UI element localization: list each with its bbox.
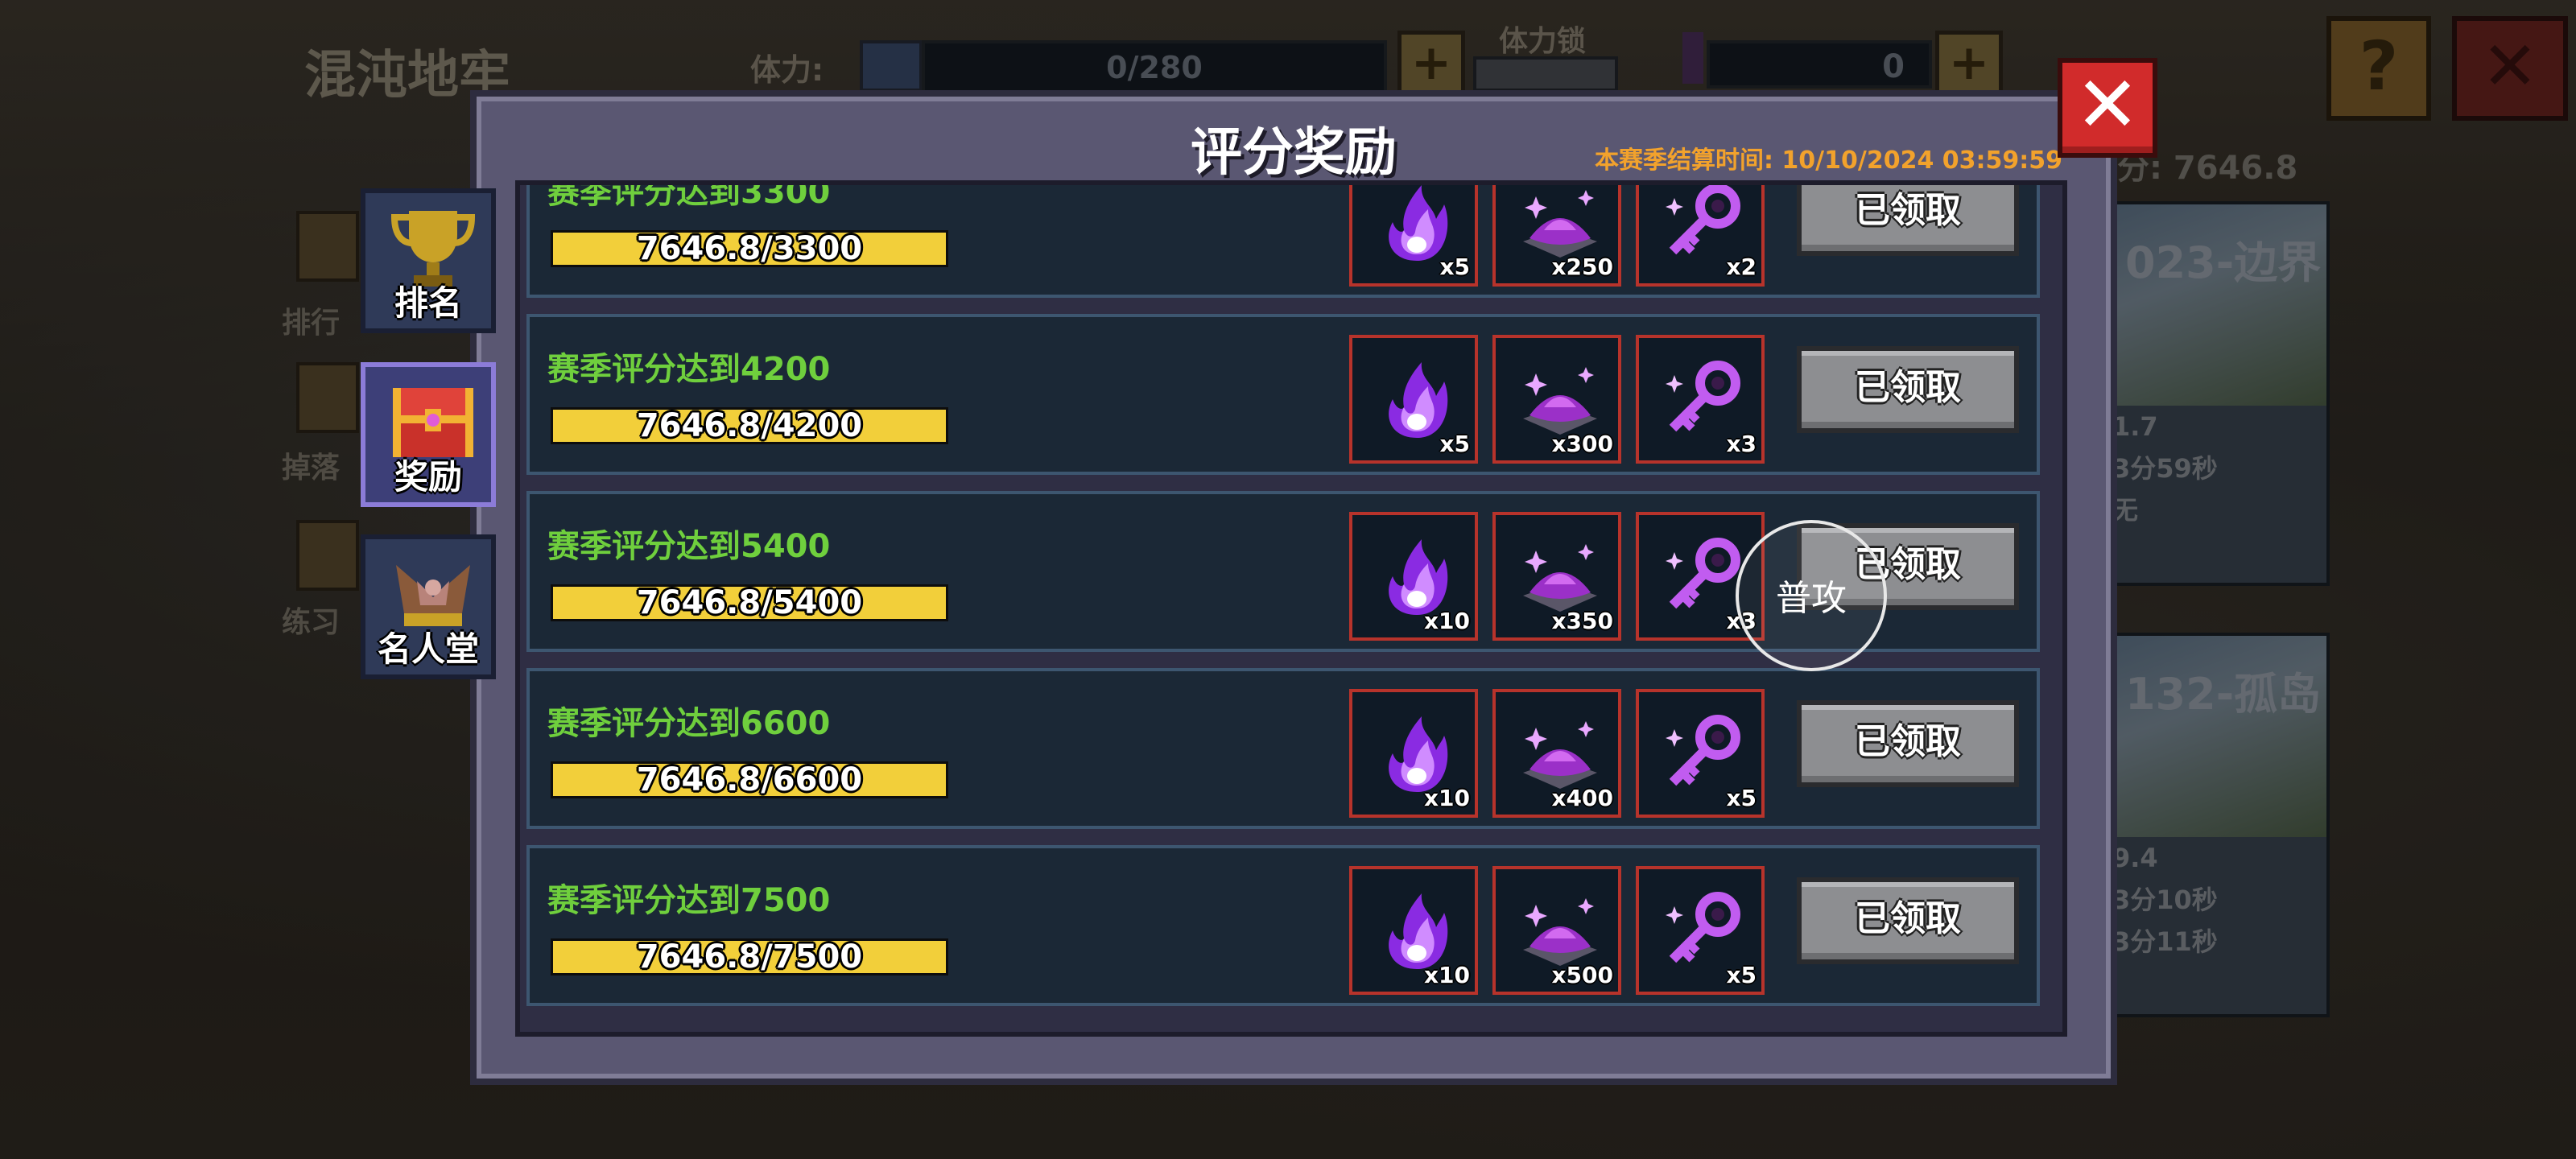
progress-bar: 7646.8/7500	[551, 938, 948, 975]
item-count: x5	[1439, 431, 1470, 457]
reward-row: 赛季评分达到6600 7646.8/6600 x10 x400 x5 已领取	[526, 668, 2040, 829]
reward-item[interactable]: x300	[1492, 335, 1621, 464]
progress-bar: 7646.8/6600	[551, 761, 948, 798]
reward-item[interactable]: x2	[1636, 185, 1765, 287]
tab-label: 排名	[394, 283, 462, 323]
reward-item[interactable]: x400	[1492, 689, 1621, 818]
claimed-button[interactable]: 已领取	[1797, 346, 2019, 433]
claimed-button[interactable]: 已领取	[1797, 877, 2019, 964]
reward-item[interactable]: x350	[1492, 512, 1621, 641]
reward-item[interactable]: x5	[1636, 689, 1765, 818]
reward-threshold: 赛季评分达到7500	[547, 882, 831, 919]
reward-item[interactable]: x3	[1636, 335, 1765, 464]
reward-threshold: 赛季评分达到6600	[547, 705, 831, 742]
reward-item[interactable]: x10	[1349, 512, 1478, 641]
reward-item[interactable]: x5	[1349, 335, 1478, 464]
progress-bar: 7646.8/5400	[551, 584, 948, 621]
item-count: x5	[1726, 962, 1757, 988]
tab-label: 奖励	[394, 457, 462, 497]
reward-item[interactable]: x5	[1636, 866, 1765, 995]
item-count: x10	[1423, 962, 1470, 988]
item-count: x500	[1551, 962, 1613, 988]
reward-item[interactable]: x10	[1349, 689, 1478, 818]
item-count: x3	[1726, 431, 1757, 457]
reward-threshold: 赛季评分达到5400	[547, 528, 831, 565]
progress-bar: 7646.8/4200	[551, 407, 948, 444]
item-count: x10	[1423, 785, 1470, 811]
item-count: x350	[1551, 608, 1613, 634]
progress-text: 7646.8/7500	[636, 938, 863, 975]
item-count: x5	[1439, 254, 1470, 280]
close-dialog-button[interactable]: ✕	[2058, 58, 2157, 158]
item-count: x250	[1551, 254, 1613, 280]
season-end-time: 本赛季结算时间: 10/10/2024 03:59:59	[1594, 146, 2062, 175]
reward-row: 赛季评分达到7500 7646.8/7500 x10 x500 x5 已领取	[526, 845, 2040, 1006]
reward-threshold: 赛季评分达到3300	[547, 180, 831, 211]
claimed-button[interactable]: 已领取	[1797, 700, 2019, 787]
progress-text: 7646.8/4200	[636, 407, 863, 444]
progress-bar: 7646.8/3300	[551, 230, 948, 267]
item-count: x400	[1551, 785, 1613, 811]
tab-label: 名人堂	[377, 629, 479, 669]
reward-item[interactable]: x10	[1349, 866, 1478, 995]
reward-item[interactable]: x500	[1492, 866, 1621, 995]
tab-ranking[interactable]: 排名	[361, 188, 496, 333]
item-count: x2	[1726, 254, 1757, 280]
tab-hall-of-fame[interactable]: 名人堂	[361, 534, 496, 679]
reward-threshold: 赛季评分达到4200	[547, 351, 831, 388]
progress-text: 7646.8/5400	[636, 584, 863, 621]
reward-item[interactable]: x5	[1349, 185, 1478, 287]
touch-indicator: 普攻	[1736, 520, 1887, 671]
progress-text: 7646.8/3300	[636, 230, 863, 267]
claimed-button[interactable]: 已领取	[1797, 185, 2019, 256]
reward-item[interactable]: x250	[1492, 185, 1621, 287]
item-count: x10	[1423, 608, 1470, 634]
reward-row: 赛季评分达到4200 7646.8/4200 x5 x300 x3 已领取	[526, 314, 2040, 475]
item-count: x5	[1726, 785, 1757, 811]
progress-text: 7646.8/6600	[636, 761, 863, 798]
item-count: x300	[1551, 431, 1613, 457]
reward-row: 赛季评分达到3300 7646.8/3300 x5 x250 x2 已领取	[526, 180, 2040, 298]
tab-rewards[interactable]: 奖励	[361, 362, 496, 507]
